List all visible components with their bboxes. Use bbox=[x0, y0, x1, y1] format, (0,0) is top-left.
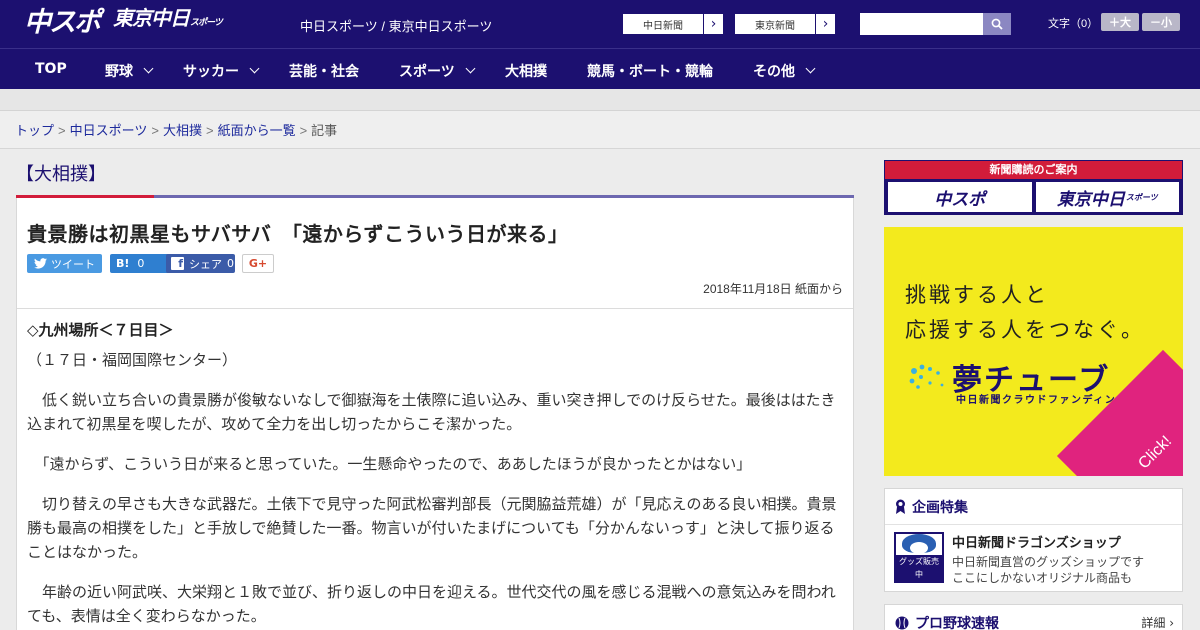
nav-item-entertainment[interactable]: 芸能・社会 bbox=[289, 61, 359, 81]
baseball-details-link[interactable]: 詳細 › bbox=[1141, 614, 1174, 630]
breadcrumb-paper-list[interactable]: 紙面から一覧 bbox=[218, 123, 296, 138]
chevron-right-icon: › bbox=[815, 14, 835, 34]
breadcrumb-top[interactable]: トップ bbox=[15, 123, 54, 138]
nav-item-racing[interactable]: 競馬・ボート・競輪 bbox=[587, 61, 713, 81]
feature-heading: 企画特集 bbox=[885, 489, 1182, 525]
dots-logo-icon bbox=[909, 364, 944, 389]
chevron-down-icon bbox=[249, 63, 260, 74]
ribbon-icon bbox=[896, 499, 905, 514]
header-spacer bbox=[0, 89, 1200, 111]
subscribe-tokyo-chunichi[interactable]: 東京中日 スポーツ bbox=[1035, 182, 1179, 212]
google-plus-button[interactable]: G+ bbox=[242, 254, 274, 273]
nav-item-baseball[interactable]: 野球 bbox=[105, 61, 154, 81]
nav-item-top[interactable]: TOP bbox=[35, 61, 67, 77]
nav-item-other[interactable]: その他 bbox=[753, 61, 816, 81]
logo-tokyo-chunichi: 東京中日スポーツ bbox=[113, 6, 223, 30]
nav-item-sumo[interactable]: 大相撲 bbox=[505, 61, 547, 81]
facebook-icon: f bbox=[171, 257, 184, 270]
article-paragraph: 年齢の近い阿武咲、大栄翔と１敗で並び、折り返しの中日を迎える。世代交代の風を感じ… bbox=[27, 583, 836, 625]
site-name-link[interactable]: 中日スポーツ / 東京中日スポーツ bbox=[300, 16, 492, 35]
article-headline: 貴景勝は初黒星もサバサバ 「遠からずこういう日が来る」 bbox=[27, 222, 569, 246]
baseball-icon bbox=[895, 616, 909, 630]
nav-item-sports[interactable]: スポーツ bbox=[399, 61, 476, 81]
subscribe-chunichi-sports[interactable]: 中スポ bbox=[888, 182, 1032, 212]
article-body: ◇九州場所＜７日目＞ （１７日・福岡国際センター） 低く鋭い立ち合いの貴景勝が俊… bbox=[27, 318, 845, 630]
article-venue: （１７日・福岡国際センター） bbox=[27, 351, 238, 369]
feature-desc: 中日新聞直営のグッズショップです bbox=[952, 555, 1145, 569]
article-date: 2018年11月18日 紙面から bbox=[703, 282, 843, 296]
feature-desc: ここにしかないオリジナル商品も bbox=[952, 571, 1133, 585]
yume-tube-ad-banner[interactable]: 挑戦する人と 応援する人をつなぐ。 夢チューブ 中日新聞クラウドファンディング … bbox=[884, 227, 1183, 476]
article-paragraph: 切り替えの早さも大きな武器だ。土俵下で見守った阿武松審判部長（元関脇益荒雄）が「… bbox=[27, 495, 837, 561]
baseball-heading: プロ野球速報 bbox=[895, 613, 999, 630]
nav-item-soccer[interactable]: サッカー bbox=[183, 61, 260, 81]
chevron-right-icon: › bbox=[703, 14, 723, 34]
article-paragraph: 「遠からず、こういう日が来ると思っていた。一生懸命やったので、ああしたほうが良か… bbox=[27, 455, 752, 473]
font-larger-button[interactable]: ＋大 bbox=[1101, 13, 1139, 31]
chevron-down-icon bbox=[465, 63, 476, 74]
ad-line-1: 挑戦する人と bbox=[905, 283, 1049, 307]
dragons-shop-thumbnail[interactable]: グッズ販売中 bbox=[894, 532, 944, 583]
logo-chunichi-sports: 中スポ bbox=[24, 7, 101, 38]
divider bbox=[17, 308, 853, 309]
hatena-icon: B! bbox=[116, 257, 130, 270]
subscription-banner[interactable]: 新聞購読のご案内 中スポ 東京中日 スポーツ bbox=[884, 160, 1183, 215]
article-category: 【大相撲】 bbox=[16, 164, 106, 185]
feature-box: 企画特集 グッズ販売中 中日新聞ドラゴンズショップ 中日新聞直営のグッズショップ… bbox=[884, 488, 1183, 592]
chevron-down-icon bbox=[805, 63, 816, 74]
breadcrumb-current: 記事 bbox=[311, 123, 338, 138]
breadcrumb-sumo[interactable]: 大相撲 bbox=[163, 123, 202, 138]
breadcrumb: トップ > 中日スポーツ > 大相撲 > 紙面から一覧 > 記事 bbox=[0, 111, 1200, 149]
ad-line-2: 応援する人をつなぐ。 bbox=[905, 318, 1145, 342]
font-size-label: 文字（0） bbox=[1048, 18, 1099, 30]
twitter-icon bbox=[34, 258, 47, 269]
tweet-button[interactable]: ツイート bbox=[27, 254, 102, 273]
dragons-shop-link[interactable]: 中日新聞ドラゴンズショップ bbox=[952, 532, 1121, 551]
facebook-count: 0 bbox=[227, 257, 234, 270]
hatena-count: 0 bbox=[137, 257, 145, 270]
article: 貴景勝は初黒星もサバサバ 「遠からずこういう日が来る」 ツイート B! 0 f … bbox=[16, 198, 854, 630]
hatena-bookmark-button[interactable]: B! 0 bbox=[110, 254, 172, 273]
chunichi-shimbun-link[interactable]: 中日新聞 › bbox=[622, 13, 724, 35]
site-header: 中スポ 東京中日スポーツ 中日スポーツ / 東京中日スポーツ 中日新聞 › 東京… bbox=[0, 0, 1200, 48]
article-paragraph: 低く鋭い立ち合いの貴景勝が俊敏ないなしで御嶽海を土俵際に追い込み、重い突き押しで… bbox=[27, 391, 836, 433]
font-smaller-button[interactable]: －小 bbox=[1142, 13, 1180, 31]
site-logo[interactable]: 中スポ 東京中日スポーツ bbox=[24, 6, 223, 38]
mascot-icon bbox=[902, 534, 936, 554]
tokyo-shimbun-link[interactable]: 東京新聞 › bbox=[734, 13, 836, 35]
ad-brand-sub: 中日新聞クラウドファンディング bbox=[956, 395, 1128, 406]
article-subheading: ◇九州場所＜７日目＞ bbox=[27, 321, 174, 339]
search-icon bbox=[991, 18, 1003, 30]
breadcrumb-chunichi-sports[interactable]: 中日スポーツ bbox=[70, 123, 148, 138]
main-nav: TOP 野球 サッカー 芸能・社会 スポーツ 大相撲 競馬・ボート・競輪 その他 bbox=[0, 48, 1200, 89]
baseball-scores-box: プロ野球速報 詳細 › bbox=[884, 604, 1183, 630]
search-button[interactable] bbox=[983, 13, 1011, 35]
chevron-down-icon bbox=[143, 63, 154, 74]
subscription-title: 新聞購読のご案内 bbox=[885, 161, 1182, 179]
facebook-share-button[interactable]: f シェア 0 bbox=[166, 254, 235, 273]
search-input[interactable] bbox=[860, 13, 983, 35]
